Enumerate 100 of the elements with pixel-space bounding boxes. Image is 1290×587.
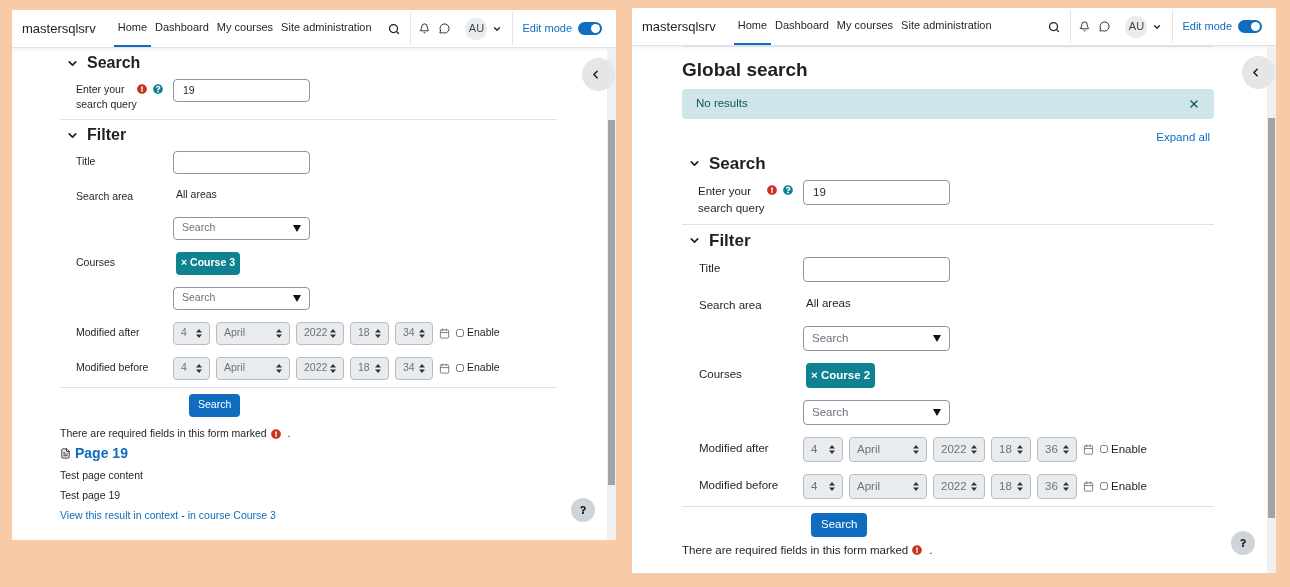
nav-link[interactable]: My courses bbox=[212, 10, 278, 47]
date-select[interactable]: April bbox=[216, 321, 290, 345]
field-label: Enter your search query bbox=[75, 82, 137, 113]
site-name[interactable]: mastersqlsrv bbox=[642, 16, 716, 37]
enable-checkbox[interactable] bbox=[1100, 445, 1108, 454]
date-select[interactable]: 18 bbox=[991, 436, 1031, 462]
date-select[interactable]: 18 bbox=[350, 356, 389, 380]
calendar-icon[interactable] bbox=[439, 362, 450, 374]
date-select[interactable]: 4 bbox=[803, 436, 843, 462]
date-select[interactable]: 36 bbox=[1037, 473, 1077, 499]
field-label: Title bbox=[75, 154, 97, 170]
field-label: Courses bbox=[698, 366, 743, 382]
section-heading[interactable]: Search bbox=[709, 150, 766, 177]
date-select[interactable]: 34 bbox=[395, 321, 433, 345]
expand-all-link[interactable]: Expand all bbox=[1156, 128, 1210, 146]
nav-link[interactable]: Home bbox=[733, 8, 772, 45]
field-label: Modified after bbox=[698, 440, 770, 456]
date-select[interactable]: 4 bbox=[803, 473, 843, 499]
chat-icon[interactable] bbox=[439, 23, 451, 34]
sort-icon bbox=[276, 363, 282, 373]
field-value: All areas bbox=[175, 187, 217, 203]
drawer-toggle-button[interactable] bbox=[582, 58, 615, 91]
date-select[interactable]: 4 bbox=[173, 321, 210, 345]
enable-checkbox[interactable] bbox=[456, 329, 464, 338]
search-query-field[interactable]: 19 bbox=[173, 79, 310, 102]
date-select[interactable]: 34 bbox=[395, 356, 433, 380]
search-dropdown[interactable]: Search bbox=[803, 399, 950, 425]
sort-icon bbox=[276, 328, 282, 338]
calendar-icon[interactable] bbox=[1083, 443, 1094, 455]
text-field[interactable] bbox=[803, 257, 950, 283]
document-icon bbox=[60, 448, 71, 460]
field-label: Search area bbox=[75, 189, 135, 205]
field-label: Search area bbox=[698, 298, 763, 314]
required-note: There are required fields in this form marked bbox=[60, 425, 267, 441]
nav-link[interactable]: My courses bbox=[832, 8, 898, 45]
search-button[interactable]: Search bbox=[189, 393, 241, 417]
enable-checkbox[interactable] bbox=[456, 364, 464, 373]
bell-icon[interactable] bbox=[1079, 21, 1091, 32]
drawer-toggle-button[interactable] bbox=[1242, 56, 1275, 89]
help-icon[interactable] bbox=[783, 185, 793, 196]
field-label: Courses bbox=[75, 254, 117, 270]
nav-link[interactable]: Site administration bbox=[897, 8, 996, 45]
date-select[interactable]: 18 bbox=[350, 321, 389, 345]
separator-text: - bbox=[181, 507, 185, 523]
calendar-icon[interactable] bbox=[439, 327, 450, 339]
context-link[interactable]: View this result in context bbox=[60, 507, 179, 524]
checkbox-label: Enable bbox=[467, 360, 500, 376]
date-select[interactable]: April bbox=[849, 473, 927, 499]
course-link[interactable]: in course Course 3 bbox=[187, 507, 276, 524]
date-select[interactable]: 18 bbox=[991, 473, 1031, 499]
search-icon[interactable] bbox=[388, 22, 401, 35]
field-label: Modified after bbox=[75, 324, 141, 340]
search-dropdown[interactable]: Search bbox=[803, 325, 950, 351]
note-period: . bbox=[287, 425, 291, 441]
date-select[interactable]: 2022 bbox=[933, 436, 985, 462]
user-avatar[interactable]: AU bbox=[1125, 15, 1148, 38]
nav-link[interactable]: Home bbox=[113, 10, 152, 47]
nav-link[interactable]: Site administration bbox=[277, 10, 376, 47]
course-tag[interactable]: × Course 3 bbox=[176, 251, 240, 275]
section-heading[interactable]: Search bbox=[87, 51, 141, 75]
alert-text: No results bbox=[696, 95, 748, 111]
checkbox-label: Enable bbox=[467, 325, 500, 341]
search-dropdown[interactable]: Search bbox=[173, 216, 310, 240]
nav-link[interactable]: Dashboard bbox=[771, 8, 833, 45]
chat-icon[interactable] bbox=[1099, 21, 1111, 32]
edit-mode-label: Edit mode bbox=[522, 21, 572, 37]
date-select[interactable]: April bbox=[849, 436, 927, 462]
search-query-field[interactable]: 19 bbox=[803, 180, 950, 206]
bell-icon[interactable] bbox=[419, 23, 431, 34]
site-name[interactable]: mastersqlsrv bbox=[22, 18, 96, 39]
section-heading[interactable]: Filter bbox=[709, 227, 751, 254]
date-select[interactable]: 36 bbox=[1037, 436, 1077, 462]
dropdown-arrow-icon bbox=[933, 408, 941, 416]
date-select[interactable]: 2022 bbox=[933, 473, 985, 499]
date-select[interactable]: 4 bbox=[173, 356, 210, 380]
search-button[interactable]: Search bbox=[811, 512, 868, 537]
edit-mode-toggle[interactable] bbox=[1238, 20, 1262, 33]
sort-icon bbox=[419, 363, 425, 373]
date-select[interactable]: 2022 bbox=[296, 321, 344, 345]
calendar-icon[interactable] bbox=[1083, 480, 1094, 492]
search-icon[interactable] bbox=[1048, 20, 1061, 33]
scrollbar[interactable] bbox=[607, 48, 616, 540]
course-tag[interactable]: × Course 2 bbox=[806, 362, 876, 388]
nav-link[interactable]: Dashboard bbox=[151, 10, 213, 47]
date-select[interactable]: April bbox=[216, 356, 290, 380]
date-select[interactable]: 2022 bbox=[296, 356, 344, 380]
search-dropdown[interactable]: Search bbox=[173, 286, 310, 310]
scrollbar[interactable] bbox=[1267, 46, 1276, 573]
user-avatar[interactable]: AU bbox=[465, 17, 488, 40]
enable-checkbox[interactable] bbox=[1100, 482, 1108, 491]
section-heading[interactable]: Filter bbox=[87, 123, 127, 148]
field-label: Title bbox=[698, 261, 722, 277]
result-title-link[interactable]: Page 19 bbox=[75, 443, 128, 465]
text-field[interactable] bbox=[173, 151, 310, 175]
help-icon[interactable] bbox=[153, 84, 163, 94]
help-button[interactable] bbox=[571, 498, 595, 522]
sort-icon bbox=[913, 444, 919, 454]
edit-mode-toggle[interactable] bbox=[578, 22, 602, 35]
help-button[interactable] bbox=[1231, 531, 1255, 555]
required-icon bbox=[767, 185, 777, 196]
